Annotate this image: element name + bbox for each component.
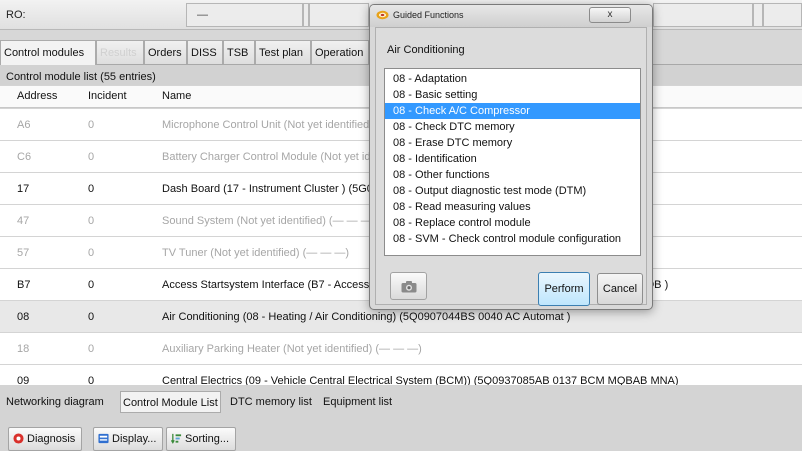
tab-dtc-memory-list[interactable]: DTC memory list xyxy=(228,391,314,413)
tab-tsb[interactable]: TSB xyxy=(223,40,255,64)
tab-test-plan[interactable]: Test plan xyxy=(255,40,311,64)
display-icon xyxy=(98,433,109,444)
tab-networking-diagram[interactable]: Networking diagram xyxy=(4,391,106,413)
camera-icon xyxy=(401,281,417,293)
function-option[interactable]: 08 - Basic setting xyxy=(385,87,640,103)
cell-incident: 0 xyxy=(88,215,95,227)
perform-button[interactable]: Perform xyxy=(538,272,590,306)
function-option[interactable]: 08 - Output diagnostic test mode (DTM) xyxy=(385,183,640,199)
app-logo-icon xyxy=(376,10,389,20)
dialog-title-bar[interactable]: Guided Functions x xyxy=(370,5,652,27)
dialog-heading: Air Conditioning xyxy=(387,44,465,56)
tab-diss[interactable]: DISS xyxy=(187,40,223,64)
dialog-title: Guided Functions xyxy=(393,10,464,20)
function-option[interactable]: 08 - Read measuring values xyxy=(385,199,640,215)
cell-incident: 0 xyxy=(88,311,95,323)
bottom-area: Networking diagram Control Module List D… xyxy=(0,385,802,451)
tab-control-module-list[interactable]: Control Module List xyxy=(120,391,221,413)
function-option[interactable]: 08 - Identification xyxy=(385,151,640,167)
dialog-close-button[interactable]: x xyxy=(589,7,631,23)
cell-address: 18 xyxy=(17,343,30,355)
function-option[interactable]: 08 - Check DTC memory xyxy=(385,119,640,135)
ro-label: RO: xyxy=(6,9,26,21)
top-field-3[interactable] xyxy=(653,3,753,27)
sorting-button-label: Sorting... xyxy=(185,433,230,445)
cell-address: 57 xyxy=(17,247,30,259)
function-option[interactable]: 08 - Adaptation xyxy=(385,71,640,87)
sorting-icon xyxy=(171,433,182,444)
cell-address: C6 xyxy=(17,151,32,163)
column-header-incident[interactable]: Incident xyxy=(88,90,127,102)
tab-control-modules[interactable]: Control modules xyxy=(0,40,96,65)
display-button-label: Display... xyxy=(112,433,157,445)
cell-address: 08 xyxy=(17,311,30,323)
screenshot-button[interactable] xyxy=(390,272,427,300)
tab-equipment-list[interactable]: Equipment list xyxy=(321,391,394,413)
cell-name: Air Conditioning (08 - Heating / Air Con… xyxy=(162,311,571,323)
top-field-4[interactable] xyxy=(763,3,802,27)
cell-incident: 0 xyxy=(88,343,95,355)
display-button[interactable]: Display... xyxy=(93,427,164,451)
ro-value: — xyxy=(197,9,208,21)
tab-results[interactable]: Results xyxy=(96,40,144,64)
tab-operation[interactable]: Operation xyxy=(311,40,369,64)
cell-address: A6 xyxy=(17,119,31,131)
function-option[interactable]: 08 - SVM - Check control module configur… xyxy=(385,231,640,247)
cell-incident: 0 xyxy=(88,279,95,291)
cancel-button[interactable]: Cancel xyxy=(597,273,643,305)
table-row[interactable]: 18 0 Auxiliary Parking Heater (Not yet i… xyxy=(0,333,802,365)
cell-incident: 0 xyxy=(88,183,95,195)
column-header-name[interactable]: Name xyxy=(162,90,191,102)
function-option-selected[interactable]: 08 - Check A/C Compressor xyxy=(385,103,640,119)
cell-address: 17 xyxy=(17,183,30,195)
top-field-divider-2 xyxy=(753,3,763,27)
top-field-2[interactable] xyxy=(309,3,369,27)
tab-orders[interactable]: Orders xyxy=(144,40,187,64)
diagnosis-button-label: Diagnosis xyxy=(27,433,76,445)
column-header-address[interactable]: Address xyxy=(17,90,57,102)
diagnosis-icon xyxy=(13,433,24,444)
guided-functions-dialog: Guided Functions x Air Conditioning 08 -… xyxy=(369,4,653,310)
dialog-body: Air Conditioning 08 - Adaptation 08 - Ba… xyxy=(375,27,647,306)
function-listbox[interactable]: 08 - Adaptation 08 - Basic setting 08 - … xyxy=(384,68,641,256)
cell-name: TV Tuner (Not yet identified) (— — —) xyxy=(162,247,350,259)
sorting-button[interactable]: Sorting... xyxy=(166,427,237,451)
ro-field[interactable]: — xyxy=(186,3,303,27)
cell-name: Sound System (Not yet identified) (— — —… xyxy=(162,215,376,227)
cell-incident: 0 xyxy=(88,119,95,131)
cell-incident: 0 xyxy=(88,247,95,259)
diagnosis-button[interactable]: Diagnosis xyxy=(8,427,83,451)
cell-address: 47 xyxy=(17,215,30,227)
cell-name: Auxiliary Parking Heater (Not yet identi… xyxy=(162,343,422,355)
function-option[interactable]: 08 - Erase DTC memory xyxy=(385,135,640,151)
function-option[interactable]: 08 - Replace control module xyxy=(385,215,640,231)
cell-address: B7 xyxy=(17,279,31,291)
cell-incident: 0 xyxy=(88,151,95,163)
function-option[interactable]: 08 - Other functions xyxy=(385,167,640,183)
